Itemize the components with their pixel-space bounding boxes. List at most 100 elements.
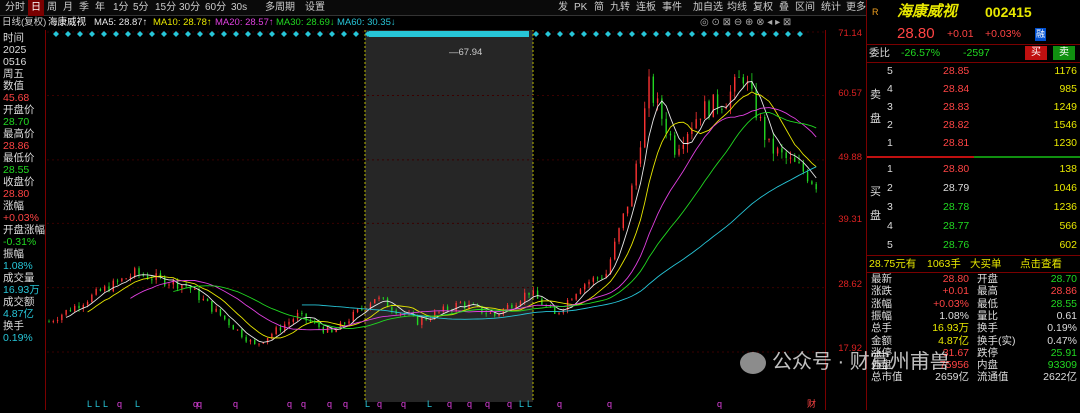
bottom-event-marker[interactable]: q	[343, 399, 348, 409]
bottom-event-marker[interactable]: q	[301, 399, 306, 409]
bottom-event-marker[interactable]: L	[527, 399, 532, 409]
sell-button[interactable]: 卖	[1053, 46, 1075, 60]
ask-row[interactable]: 5 28.85 1176	[867, 63, 1080, 79]
bottom-event-marker[interactable]: L	[87, 399, 92, 409]
ask-row[interactable]: 3 28.83 1249	[867, 99, 1080, 115]
toolbar-right-label-8[interactable]: 复权	[750, 0, 776, 16]
kline-chart-svg[interactable]: —67.94L L Lq Lqq q q q q q Lq q Lq q q q L Lq q q 财	[47, 30, 825, 410]
toolbar-period-11[interactable]: 30s	[228, 0, 250, 16]
event-marker[interactable]	[785, 31, 791, 37]
toolbar-period-1[interactable]: 日	[28, 0, 44, 16]
toolbar-right-label-1[interactable]: PK	[571, 0, 590, 16]
event-marker[interactable]	[749, 31, 755, 37]
toolbar-right-label-11[interactable]: 统计	[818, 0, 844, 16]
bottom-event-marker[interactable]: L	[103, 399, 108, 409]
toolbar-period-0[interactable]: 分时	[2, 0, 28, 16]
toolbar-period-5[interactable]: 年	[92, 0, 108, 16]
event-marker[interactable]	[89, 31, 95, 37]
event-marker[interactable]	[149, 31, 155, 37]
ma5-label: MA5: 28.87↑	[94, 17, 148, 28]
toolbar-right-label-2[interactable]: 简	[591, 0, 607, 16]
kline-chart[interactable]: —67.94 L L Lq Lq q q q q q q Lq q Lq q q q L Lq q q 财	[47, 30, 825, 410]
event-marker[interactable]	[185, 31, 191, 37]
event-marker[interactable]	[245, 31, 251, 37]
event-marker[interactable]	[569, 31, 575, 37]
bottom-event-marker[interactable]: L	[135, 399, 140, 409]
event-marker[interactable]	[545, 31, 551, 37]
toolbar-right-label-9[interactable]: 叠	[776, 0, 792, 16]
bottom-event-marker[interactable]: q	[607, 399, 612, 409]
toolbar-period-9[interactable]: 30分	[176, 0, 203, 16]
toolbar-right-label-5[interactable]: 事件	[659, 0, 685, 16]
toolbar-period-2[interactable]: 周	[44, 0, 60, 16]
ask-row[interactable]: 4 28.84 985	[867, 81, 1080, 97]
bid-row[interactable]: 2 28.79 1046	[867, 180, 1080, 196]
event-marker[interactable]	[581, 31, 587, 37]
bottom-event-marker[interactable]: q	[485, 399, 490, 409]
toolbar-right-label-0[interactable]: 发	[555, 0, 571, 16]
toolbar-right-label-7[interactable]: 均线	[724, 0, 750, 16]
bottom-event-marker[interactable]: q	[467, 399, 472, 409]
bottom-event-marker[interactable]: L	[95, 399, 100, 409]
bottom-event-marker[interactable]: q	[447, 399, 452, 409]
event-marker[interactable]	[221, 31, 227, 37]
toolbar-right-label-3[interactable]: 九转	[607, 0, 633, 16]
event-marker[interactable]	[125, 31, 131, 37]
info-label-7: 收盘价	[3, 176, 35, 188]
bottom-event-marker[interactable]: q	[327, 399, 332, 409]
toolbar-period-12[interactable]: 多周期	[262, 0, 298, 16]
event-marker[interactable]	[281, 31, 287, 37]
candle-body	[391, 307, 393, 311]
bid-row[interactable]: 5 28.76 602	[867, 237, 1080, 253]
toolbar-period-3[interactable]: 月	[60, 0, 76, 16]
ask-row[interactable]: 2 28.82 1546	[867, 117, 1080, 133]
event-bar[interactable]	[369, 31, 529, 37]
bottom-event-marker[interactable]: q	[401, 399, 406, 409]
bottom-event-marker[interactable]: q	[507, 399, 512, 409]
bid-row[interactable]: 3 28.78 1236	[867, 199, 1080, 215]
bottom-event-marker[interactable]: L	[519, 399, 524, 409]
event-marker[interactable]	[629, 31, 635, 37]
toolbar-period-10[interactable]: 60分	[202, 0, 229, 16]
toolbar-period-7[interactable]: 5分	[130, 0, 152, 16]
event-marker[interactable]	[665, 31, 671, 37]
bid-row[interactable]: 1 28.80 138	[867, 161, 1080, 177]
event-marker[interactable]	[689, 31, 695, 37]
bottom-event-marker[interactable]: q	[197, 399, 202, 409]
event-marker[interactable]	[305, 31, 311, 37]
event-marker[interactable]	[641, 31, 647, 37]
ask-row[interactable]: 1 28.81 1230	[867, 135, 1080, 151]
event-marker[interactable]	[605, 31, 611, 37]
toolbar-period-4[interactable]: 季	[76, 0, 92, 16]
bottom-event-marker[interactable]: q	[287, 399, 292, 409]
bottom-event-marker[interactable]: q	[377, 399, 382, 409]
bottom-event-marker[interactable]: L	[365, 399, 370, 409]
bottom-event-marker[interactable]: q	[717, 399, 722, 409]
event-marker[interactable]	[65, 31, 71, 37]
toolbar-period-6[interactable]: 1分	[110, 0, 132, 16]
toolbar-right-label-4[interactable]: 连板	[633, 0, 659, 16]
bottom-event-marker[interactable]: q	[557, 399, 562, 409]
selected-range[interactable]	[365, 30, 533, 402]
big-order-link[interactable]: 点击查看	[1020, 256, 1062, 272]
event-marker[interactable]	[101, 31, 107, 37]
event-marker[interactable]	[725, 31, 731, 37]
chart-tool-icons[interactable]: ◎ ⊙ ⊠ ⊖ ⊕ ⊗ ◂ ▸ ⊠	[700, 17, 791, 29]
event-marker[interactable]	[209, 31, 215, 37]
event-marker[interactable]	[269, 31, 275, 37]
event-marker[interactable]	[161, 31, 167, 37]
event-marker[interactable]	[341, 31, 347, 37]
bottom-event-marker[interactable]: 财	[807, 398, 816, 409]
event-marker[interactable]	[761, 31, 767, 37]
bottom-event-marker[interactable]: q	[233, 399, 238, 409]
toolbar-right-label-6[interactable]: 加自选	[690, 0, 726, 16]
bottom-event-marker[interactable]: L	[427, 399, 432, 409]
toolbar-period-13[interactable]: 设置	[302, 0, 328, 16]
bid-row[interactable]: 4 28.77 566	[867, 218, 1080, 234]
info-value-5: 28.86	[3, 140, 30, 152]
event-marker[interactable]	[329, 31, 335, 37]
toolbar-right-label-10[interactable]: 区间	[792, 0, 818, 16]
event-marker[interactable]	[701, 31, 707, 37]
buy-button[interactable]: 买	[1025, 46, 1047, 60]
bottom-event-marker[interactable]: q	[117, 399, 122, 409]
